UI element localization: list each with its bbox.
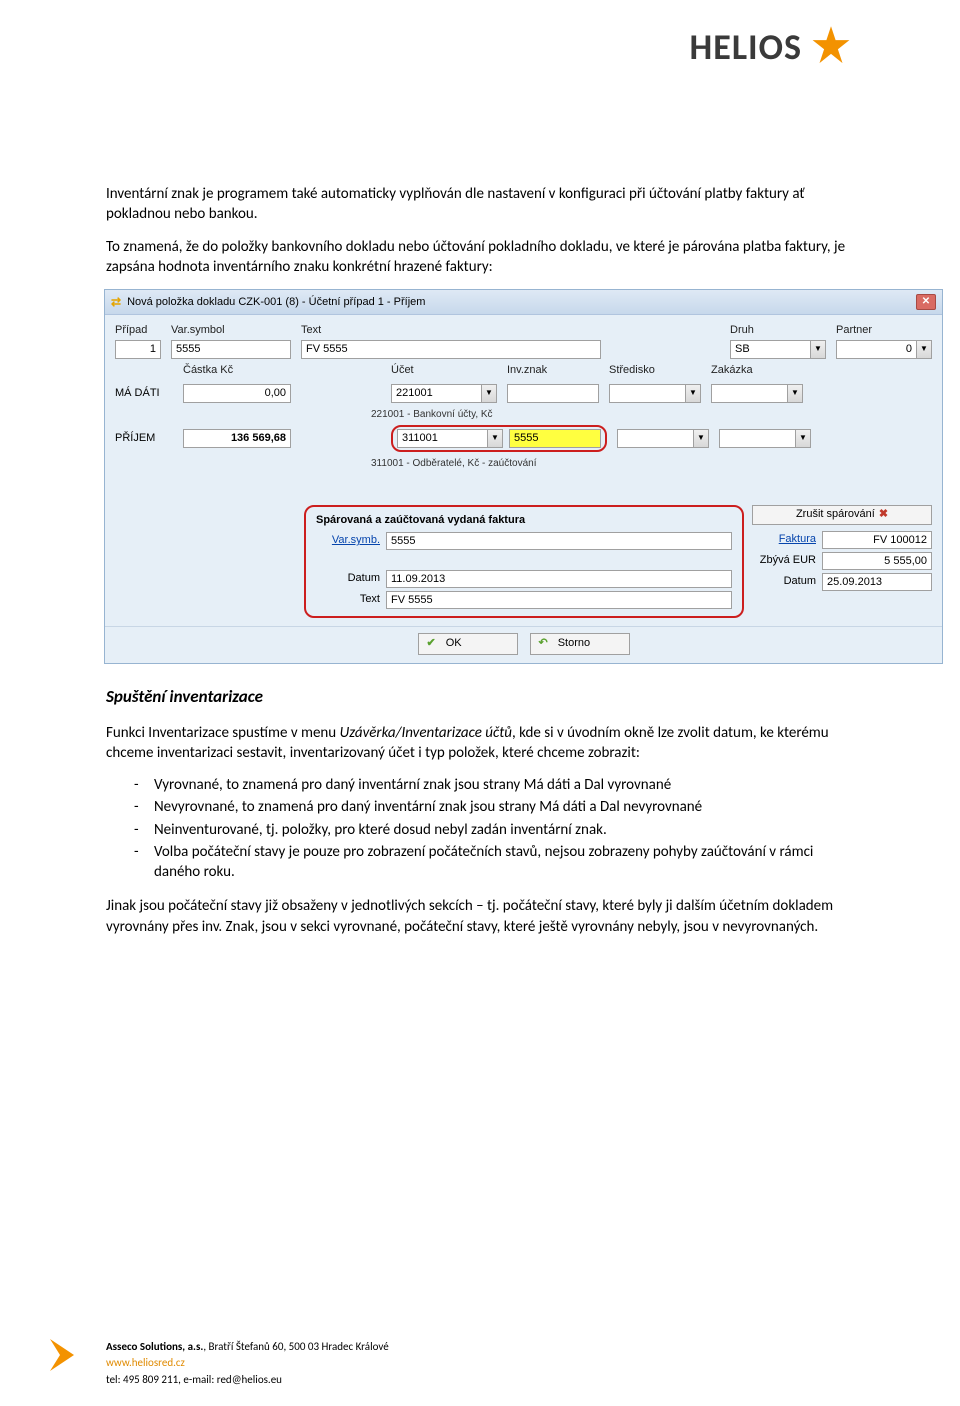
main-content: Inventární znak je programem také automa… — [106, 184, 854, 949]
unpair-button[interactable]: Zrušit spárování ✖ — [752, 505, 932, 525]
paired-panel: Spárovaná a zaúčtovaná vydaná faktura Va… — [115, 505, 932, 618]
madati-castka-input[interactable]: 0,00 — [183, 384, 291, 403]
button-bar: ✔ OK ↶ Storno — [105, 626, 942, 663]
paragraph: To znamená, že do položky bankovního dok… — [106, 237, 854, 278]
chevron-down-icon: ▼ — [916, 341, 931, 358]
footer: Asseco Solutions, a.s., Bratří Štefanů 6… — [106, 1339, 389, 1389]
madati-ucet-select[interactable]: 221001 ▼ — [391, 384, 497, 403]
label-zbyva: Zbývá EUR — [752, 553, 816, 568]
arrows-icon: ⇄ — [111, 294, 121, 310]
label-ucet: Účet — [391, 363, 497, 378]
label-prijem: PŘÍJEM — [115, 431, 173, 446]
paired-faktura: FV 100012 — [822, 531, 932, 549]
label-partner: Partner — [836, 323, 932, 338]
ok-button[interactable]: ✔ OK — [418, 633, 518, 655]
highlight-area: 311001 ▼ 5555 — [391, 425, 607, 452]
prijem-zakazka-select[interactable]: ▼ — [719, 429, 811, 448]
paragraph: Jinak jsou počáteční stavy již obsaženy … — [106, 896, 854, 937]
window-titlebar: ⇄ Nová položka dokladu CZK-001 (8) - Úče… — [105, 290, 942, 315]
arrow-right-icon — [46, 1335, 86, 1375]
label-text: Text — [301, 323, 601, 338]
ucet-note-prijem: 311001 - Odběratelé, Kč - zaúčtování — [371, 456, 932, 475]
paired-text: FV 5555 — [386, 591, 732, 609]
chevron-down-icon: ▼ — [685, 385, 700, 402]
prijem-invznak-input[interactable]: 5555 — [509, 429, 601, 448]
label-paired-text: Text — [316, 592, 380, 607]
list-item: Vyrovnané, to znamená pro daný inventárn… — [134, 775, 854, 795]
bullet-list: Vyrovnané, to znamená pro daný inventárn… — [134, 775, 854, 882]
footer-line-url: www.heliosred.cz — [106, 1355, 389, 1372]
partner-select[interactable]: 0 ▼ — [836, 340, 932, 359]
app-window: ⇄ Nová položka dokladu CZK-001 (8) - Úče… — [104, 289, 943, 664]
label-madati: MÁ DÁTI — [115, 386, 173, 401]
label-invznak: Inv.znak — [507, 363, 599, 378]
chevron-down-icon: ▼ — [795, 430, 810, 447]
paired-datum1: 11.09.2013 — [386, 570, 732, 588]
check-icon: ✔ — [427, 636, 436, 651]
dot-rule-bottom — [8, 1288, 952, 1291]
text-input[interactable]: FV 5555 — [301, 340, 601, 359]
paragraph: Inventární znak je programem také automa… — [106, 184, 854, 225]
faktura-link[interactable]: Faktura — [752, 532, 816, 547]
chevron-down-icon: ▼ — [693, 430, 708, 447]
label-varsymbol: Var.symbol — [171, 323, 291, 338]
list-item: Neinventurované, tj. položky, pro které … — [134, 820, 854, 840]
chevron-down-icon: ▼ — [481, 385, 496, 402]
undo-icon: ↶ — [539, 636, 548, 651]
star-icon — [808, 24, 854, 70]
pripad-input[interactable]: 1 — [115, 340, 161, 359]
prijem-castka-input[interactable]: 136 569,68 — [183, 429, 291, 448]
logo: HELIOS — [690, 24, 854, 70]
close-button[interactable]: ✕ — [916, 294, 936, 310]
form-area: Případ 1 Var.symbol 5555 Text FV 5555 Dr… — [105, 315, 942, 626]
chevron-down-icon: ▼ — [810, 341, 825, 358]
heading-spusteni: Spuštění inventarizace — [106, 686, 854, 709]
paired-varsymb: 5555 — [386, 532, 732, 550]
footer-line-contact: tel: 495 809 211, e-mail: red@helios.eu — [106, 1372, 389, 1389]
list-item: Volba počáteční stavy je pouze pro zobra… — [134, 842, 854, 883]
druh-select[interactable]: SB ▼ — [730, 340, 826, 359]
window-title: Nová položka dokladu CZK-001 (8) - Účetn… — [127, 295, 910, 310]
chevron-down-icon: ▼ — [787, 385, 802, 402]
footer-line-company: Asseco Solutions, a.s., Bratří Štefanů 6… — [106, 1339, 389, 1356]
paired-zbyva: 5 555,00 — [822, 552, 932, 570]
chevron-down-icon: ▼ — [487, 430, 502, 447]
label-datum2: Datum — [752, 574, 816, 589]
ucet-note-madati: 221001 - Bankovní účty, Kč — [371, 407, 932, 426]
dot-rule-top — [8, 92, 952, 95]
storno-button[interactable]: ↶ Storno — [530, 633, 630, 655]
logo-text: HELIOS — [690, 25, 802, 69]
label-pripad: Případ — [115, 323, 161, 338]
paragraph: Funkci Inventarizace spustíme v menu Uzá… — [106, 723, 854, 764]
prijem-stredisko-select[interactable]: ▼ — [617, 429, 709, 448]
madati-zakazka-select[interactable]: ▼ — [711, 384, 803, 403]
x-icon: ✖ — [879, 507, 888, 522]
label-stredisko: Středisko — [609, 363, 701, 378]
list-item: Nevyrovnané, to znamená pro daný inventá… — [134, 797, 854, 817]
madati-stredisko-select[interactable]: ▼ — [609, 384, 701, 403]
label-datum1: Datum — [316, 571, 380, 586]
varsymbol-input[interactable]: 5555 — [171, 340, 291, 359]
label-castka: Částka Kč — [183, 363, 291, 378]
label-druh: Druh — [730, 323, 826, 338]
paired-header: Spárovaná a zaúčtovaná vydaná faktura — [316, 513, 732, 528]
paired-datum2: 25.09.2013 — [822, 573, 932, 591]
prijem-ucet-select[interactable]: 311001 ▼ — [397, 429, 503, 448]
varsymb-link[interactable]: Var.symb. — [316, 533, 380, 548]
label-zakazka: Zakázka — [711, 363, 803, 378]
madati-invznak-input[interactable] — [507, 384, 599, 403]
